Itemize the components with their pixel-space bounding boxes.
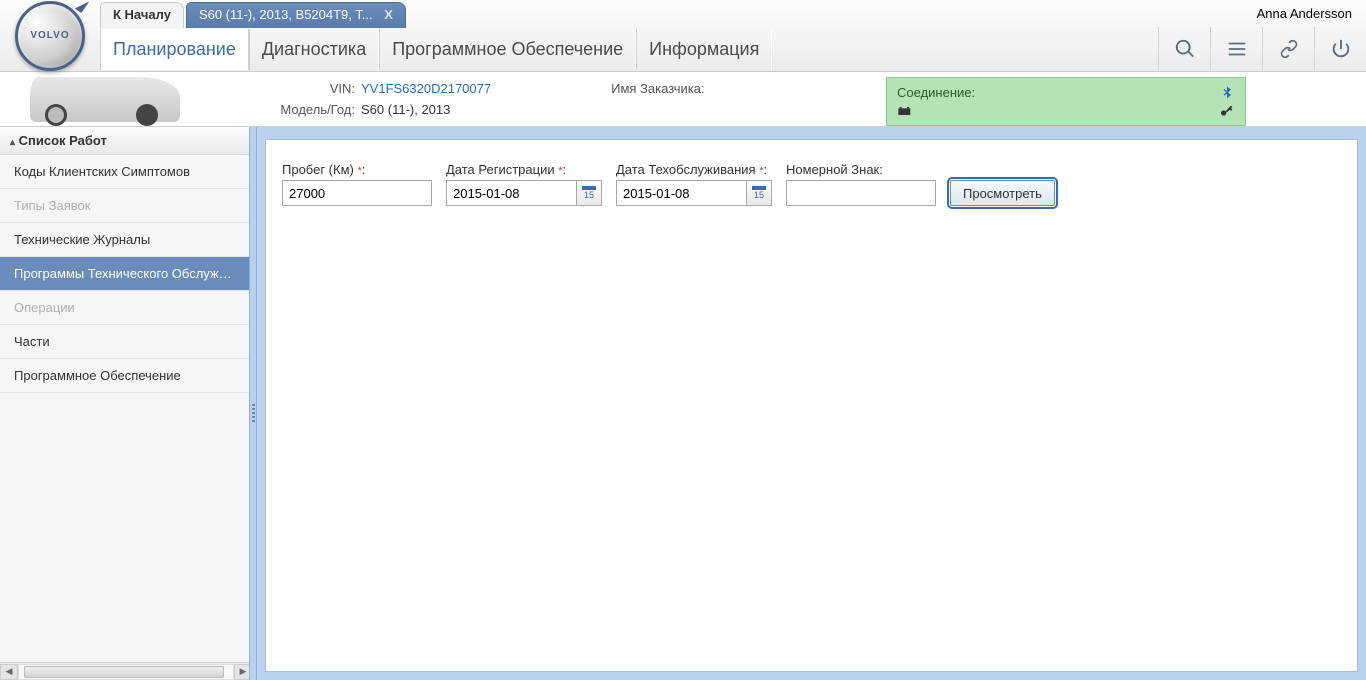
calendar-icon: 15 (754, 191, 764, 200)
registration-date-picker[interactable]: 15 (576, 180, 602, 206)
nav-software[interactable]: Программное Обеспечение (379, 29, 636, 70)
sidebar-item-parts[interactable]: Части (0, 325, 252, 359)
link-button[interactable] (1262, 27, 1314, 71)
scroll-left-icon[interactable]: ◀ (0, 664, 18, 680)
nav-diagnostics[interactable]: Диагностика (249, 29, 379, 70)
scroll-thumb[interactable] (24, 666, 224, 678)
model-label: Модель/Год: (260, 102, 355, 117)
vehicle-thumbnail (30, 77, 180, 122)
sidebar-item-request-types: Типы Заявок (0, 189, 252, 223)
service-date-picker[interactable]: 15 (746, 180, 772, 206)
sidebar-item-tech-journals[interactable]: Технические Журналы (0, 223, 252, 257)
nav-information[interactable]: Информация (636, 29, 772, 70)
model-value: S60 (11-), 2013 (361, 102, 450, 117)
tab-vehicle[interactable]: S60 (11-), 2013, B5204T9, T... X (186, 2, 406, 28)
tab-label: К Началу (113, 7, 171, 22)
bluetooth-icon (1219, 85, 1235, 101)
power-icon (1330, 38, 1352, 60)
service-date-input[interactable] (616, 180, 746, 206)
connection-label: Соединение: (897, 85, 1219, 100)
mileage-label: Пробег (Км) *: (282, 162, 432, 177)
sidebar-scrollbar[interactable]: ◀ ▶ (0, 662, 252, 680)
battery-icon (897, 103, 913, 119)
tab-home[interactable]: К Началу (100, 2, 184, 28)
link-icon (1278, 38, 1300, 60)
sidebar-item-software[interactable]: Программное Обеспечение (0, 359, 252, 393)
volvo-logo: VOLVO (15, 1, 85, 71)
menu-button[interactable] (1210, 27, 1262, 71)
tab-label: S60 (11-), 2013, B5204T9, T... (199, 7, 373, 22)
vin-label: VIN: (260, 81, 355, 96)
key-icon (1219, 103, 1235, 119)
power-button[interactable] (1314, 27, 1366, 71)
plate-label: Номерной Знак: (786, 162, 936, 177)
sidebar-item-operations: Операции (0, 291, 252, 325)
registration-date-input[interactable] (446, 180, 576, 206)
close-icon[interactable]: X (384, 7, 393, 22)
plate-input[interactable] (786, 180, 936, 206)
search-icon (1174, 38, 1196, 60)
sidebar-header[interactable]: Список Работ (0, 127, 252, 155)
nav-planning[interactable]: Планирование (100, 29, 249, 70)
connection-status: Соединение: (886, 77, 1246, 126)
menu-icon (1226, 38, 1248, 60)
mileage-input[interactable] (282, 180, 432, 206)
customer-label: Имя Заказчика: (611, 81, 704, 96)
vin-value[interactable]: YV1FS6320D2170077 (361, 81, 491, 96)
service-date-label: Дата Техобслуживания *: (616, 162, 772, 177)
splitter-handle[interactable] (249, 127, 257, 680)
sidebar-item-csc[interactable]: Коды Клиентских Симптомов (0, 155, 252, 189)
sidebar-item-maintenance-programs[interactable]: Программы Технического Обслуживания (0, 257, 252, 291)
view-button[interactable]: Просмотреть (950, 180, 1055, 206)
registration-date-label: Дата Регистрации *: (446, 162, 602, 177)
search-button[interactable] (1158, 27, 1210, 71)
current-user: Anna Andersson (1257, 6, 1352, 21)
calendar-icon: 15 (584, 191, 594, 200)
sidebar-title: Список Работ (19, 133, 107, 148)
